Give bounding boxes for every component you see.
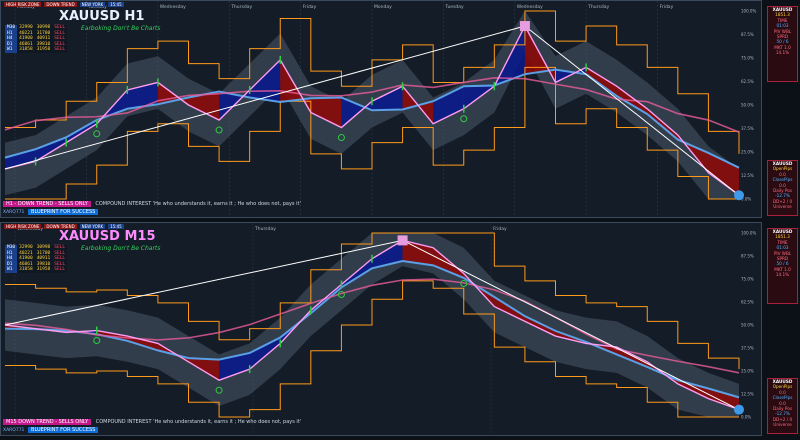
status-bar: M15 DOWN TREND - SELLS ONLY COMPOUND INT… (3, 419, 301, 425)
day-label: Friday (493, 226, 507, 232)
swing-high-marker (397, 235, 408, 246)
chart-svg-m15: Wednesday Thursday Friday 100.0%87.5%75.0%… (4, 223, 756, 435)
symbol-subtitle: Earboking Don't Be Charts (81, 245, 161, 252)
level-label: 12.5% (741, 392, 754, 397)
table-row: M30 32990 30998 SELL (5, 25, 68, 31)
day-label: Thursday (230, 4, 252, 10)
symbol-subtitle: Earboking Don't Be Charts (81, 25, 161, 32)
summary-table: M30 32990 30998 SELL H1 40221 31780 SELL H4 41900… (5, 245, 68, 273)
side-box-bottom: XAUUSD OpenPips 0.0 ClosePips 0.0 Daily Pos -1… (767, 160, 798, 216)
side-box-bottom: XAUUSD OpenPips 0.0 ClosePips 0.0 Daily Pos -1… (767, 378, 798, 434)
table-cell: SELL (52, 36, 68, 42)
level-label: 50.0% (741, 323, 754, 328)
level-label: 62.5% (741, 300, 754, 305)
summary-table: M30 32990 30998 SELL H1 40221 31780 SELL H4 41900… (5, 25, 68, 53)
downtrend-label: H1 - DOWN TREND - SELLS ONLY (3, 201, 91, 207)
side-panel-row: 14.1% (775, 272, 790, 278)
table-cell: 30998 (34, 25, 53, 31)
level-label: 25.0% (741, 369, 754, 374)
level-label: 37.5% (741, 346, 754, 351)
table-cell: 41900 (17, 36, 35, 42)
level-label: 87.5% (741, 32, 754, 37)
table-cell: 31858 (17, 267, 35, 273)
chip-risk: HIGH RISK ZONE (4, 2, 42, 7)
table-cell: W1 (5, 47, 18, 53)
level-labels: 100.0% 87.5% 75.0% 62.5% 50.0% 37.5% 25.0% 12.5… (741, 9, 756, 202)
table-cell: 31958 (34, 267, 53, 273)
chart-svg-h1: Monday Tuesday Wednesday Thursday Friday Mond… (4, 1, 756, 217)
day-label: Thursday (254, 226, 276, 232)
table-row: M30 32990 30998 SELL (5, 245, 68, 251)
level-label: 50.0% (741, 103, 754, 108)
chip-risk: HIGH RISK ZONE (4, 224, 42, 229)
day-label: Wednesday (160, 4, 186, 10)
table-cell: 40911 (34, 36, 53, 42)
side-panel-m15: XAUUSD 1851.3 TIME 01:03 PIV WBL SPRD 50 / 6 MK… (764, 222, 800, 436)
table-row: W1 31858 31958 SELL (5, 47, 68, 53)
blueprint-label[interactable]: BLUEPRINT FOR SUCCESS (28, 427, 99, 433)
table-cell: SELL (52, 25, 68, 31)
day-label: Tuesday (444, 4, 464, 10)
swing-low-marker (734, 404, 744, 415)
chart-pane-m15[interactable]: Wednesday Thursday Friday 100.0% 87.5% 75.0%… (0, 222, 762, 436)
side-panel-row: 14.1% (775, 50, 790, 56)
chip-trend: DOWN TREND (44, 2, 77, 7)
day-label: Friday (303, 4, 317, 10)
level-label: 62.5% (741, 79, 754, 84)
level-label: 100.0% (741, 231, 756, 236)
compound-quote: COMPOUND INTEREST 'He who understands it… (95, 201, 301, 207)
level-label: 0.0% (741, 415, 751, 420)
level-label: 12.5% (741, 173, 754, 178)
chart-pane-h1[interactable]: Monday Tuesday Wednesday Thursday Friday Mond… (0, 0, 762, 218)
day-label: Wednesday (517, 4, 543, 10)
side-box-top: XAUUSD 1851.3 TIME 01:03 PIV WBL SPRD 50 / 6 MK… (767, 228, 798, 304)
table-cell: 31858 (17, 47, 35, 53)
trend-down (402, 239, 740, 411)
table-cell: 32990 (17, 245, 35, 251)
side-panel-row: Universe (773, 204, 792, 210)
symbol-title: XAUUSD M15 (59, 229, 156, 244)
swing-low-marker (734, 190, 744, 201)
day-label: Thursday (587, 4, 609, 10)
table-cell: 41900 (17, 256, 35, 262)
level-label: 25.0% (741, 150, 754, 155)
account-label: XARO771 (3, 428, 25, 433)
level-label: 37.5% (741, 126, 754, 131)
side-panel-row: Universe (773, 422, 792, 428)
blueprint-label[interactable]: BLUEPRINT FOR SUCCESS (28, 209, 99, 215)
level-label: 100.0% (741, 9, 756, 14)
top-chips: HIGH RISK ZONE DOWN TREND NEW YORK 15:45 (4, 2, 127, 7)
table-cell: 40911 (34, 256, 53, 262)
table-cell: 32990 (17, 25, 35, 31)
chip-session: NEW YORK (79, 2, 106, 7)
level-label: 75.0% (741, 277, 754, 282)
chip-time: 15:45 (108, 2, 124, 7)
table-cell: SELL (52, 256, 68, 262)
table-cell: SELL (52, 267, 68, 273)
side-box-top: XAUUSD 1851.3 TIME 01:03 PIV WBL SPRD 50 / 6 MK… (767, 6, 798, 82)
day-label: Friday (660, 4, 674, 10)
downtrend-label: M15 DOWN TREND - SELLS ONLY (3, 419, 92, 425)
symbol-title: XAUUSD H1 (59, 9, 145, 24)
table-cell: SELL (52, 245, 68, 251)
side-panel-h1: XAUUSD 1851.3 TIME 01:03 PIV WBL SPRD 50 / 6 MK… (764, 0, 800, 218)
swing-high-marker (519, 21, 530, 32)
table-cell: 31958 (34, 47, 53, 53)
level-label: 87.5% (741, 254, 754, 259)
compound-quote: COMPOUND INTEREST 'He who understands it… (95, 419, 302, 425)
table-cell: W1 (5, 267, 18, 273)
level-label: 75.0% (741, 56, 754, 61)
status-bar: H1 - DOWN TREND - SELLS ONLY COMPOUND IN… (3, 201, 301, 207)
table-row: W1 31858 31958 SELL (5, 267, 68, 273)
account-label: XARO771 (3, 210, 25, 215)
level-labels: 100.0% 87.5% 75.0% 62.5% 50.0% 37.5% 25.0% 12.5… (741, 231, 756, 420)
table-cell: 30998 (34, 245, 53, 251)
trend-down (524, 25, 740, 196)
table-cell: SELL (52, 47, 68, 53)
day-label: Monday (374, 4, 392, 10)
